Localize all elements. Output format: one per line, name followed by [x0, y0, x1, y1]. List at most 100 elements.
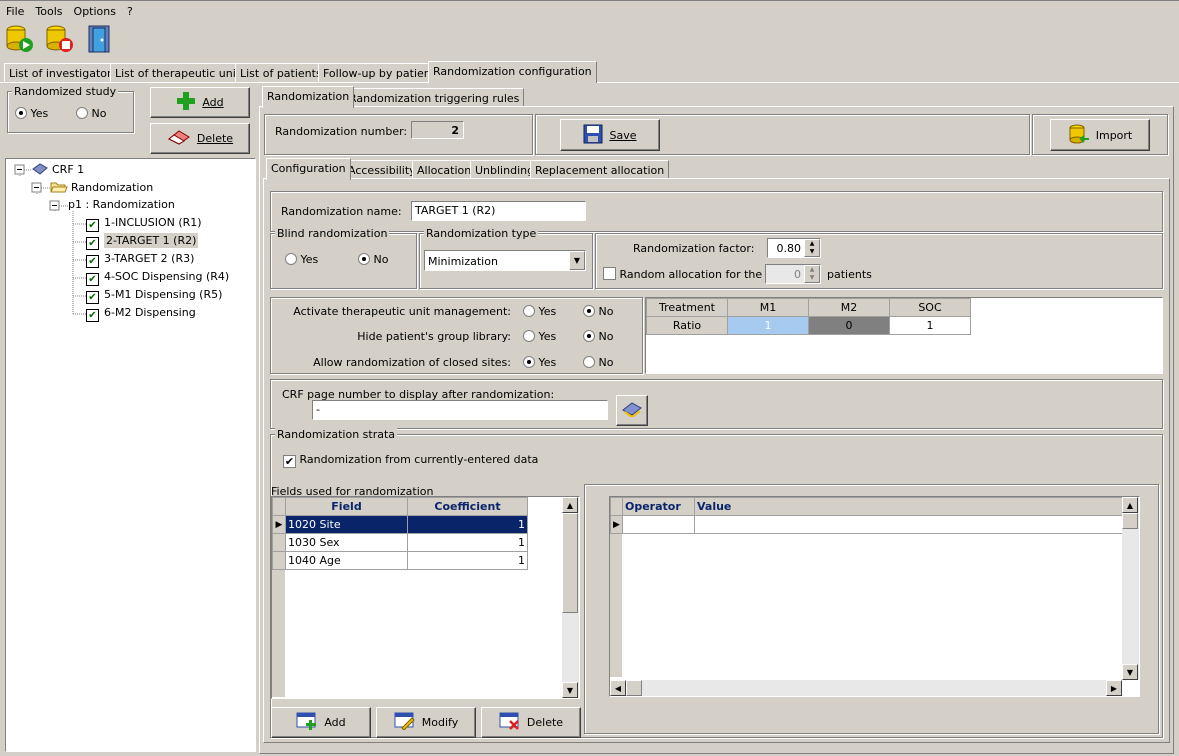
option-tu-yes-radio[interactable]: Yes — [523, 305, 556, 318]
random-allocation-checkbox[interactable]: Random allocation for the first — [603, 267, 787, 281]
table-row[interactable]: 1030 Sex 1 — [272, 533, 528, 552]
scroll-down-icon[interactable]: ▼ — [1122, 664, 1138, 680]
scroll-thumb[interactable] — [562, 513, 578, 613]
table-row[interactable]: 1040 Age 1 — [272, 551, 528, 570]
tab-patients[interactable]: List of patients — [235, 63, 327, 82]
option-hide-yes-radio[interactable]: Yes — [523, 330, 556, 343]
tab-replacement-allocation[interactable]: Replacement allocation — [530, 160, 670, 179]
operator-cell[interactable] — [622, 515, 695, 534]
tab-follow-up[interactable]: Follow-up by patient — [318, 63, 441, 82]
eraser-icon — [167, 129, 191, 148]
dropdown-arrow-icon[interactable]: ▼ — [569, 251, 585, 270]
operator-hscrollbar[interactable]: ◀ ▶ — [610, 680, 1122, 696]
tree-root[interactable]: CRF 1 — [32, 162, 84, 176]
delete-button[interactable]: Delete — [150, 123, 250, 154]
checkbox-checked-icon[interactable]: ✔ — [86, 237, 99, 250]
tab-accessibility[interactable]: Accessibility — [343, 160, 421, 179]
blind-yes-radio[interactable]: Yes — [285, 253, 318, 266]
add-field-button[interactable]: Add — [271, 707, 371, 738]
menu-tools[interactable]: Tools — [29, 1, 67, 18]
database-start-icon[interactable] — [5, 24, 35, 54]
scroll-thumb[interactable] — [626, 680, 642, 696]
coef-cell[interactable]: 1 — [407, 533, 528, 552]
book-picker-button[interactable] — [616, 395, 648, 426]
fields-scrollbar[interactable]: ▲ ▼ — [562, 497, 579, 698]
delete-field-button[interactable]: Delete — [481, 707, 581, 738]
coef-cell[interactable]: 1 — [407, 551, 528, 570]
scroll-right-icon[interactable]: ▶ — [1106, 680, 1122, 696]
tab-randomization-configuration[interactable]: Randomization configuration — [428, 61, 597, 83]
option-hide-no-radio[interactable]: No — [583, 330, 613, 343]
field-cell[interactable]: 1040 Age — [285, 551, 408, 570]
spinner-icon[interactable]: ▲ ▼ — [804, 265, 820, 283]
scroll-down-icon[interactable]: ▼ — [562, 682, 578, 698]
exit-door-icon[interactable] — [85, 24, 115, 54]
scroll-up-icon[interactable]: ▲ — [562, 497, 578, 513]
tree-item-selected[interactable]: ✔ 2-TARGET 1 (R2) — [86, 233, 199, 250]
spinner-icon[interactable]: ▲ ▼ — [804, 239, 820, 257]
table-row[interactable]: ▶ 1020 Site 1 — [272, 515, 528, 534]
randomized-study-group: Randomized study Yes No — [7, 85, 134, 133]
tree-folder[interactable]: Randomization — [50, 180, 153, 194]
add-button[interactable]: Add — [150, 87, 250, 118]
tree-item[interactable]: ✔ 3-TARGET 2 (R3) — [86, 252, 194, 268]
option-closed-no-radio[interactable]: No — [583, 356, 613, 369]
option-closed-yes-radio[interactable]: Yes — [523, 356, 556, 369]
scroll-left-icon[interactable]: ◀ — [610, 680, 626, 696]
tree-item[interactable]: ✔ 1-INCLUSION (R1) — [86, 216, 202, 232]
value-header[interactable]: Value — [694, 497, 1123, 516]
menu-help[interactable]: ? — [121, 1, 138, 18]
blind-no-radio[interactable]: No — [358, 253, 388, 266]
table-row[interactable]: ▶ — [610, 515, 1123, 534]
random-allocation-input[interactable]: 0 ▲ ▼ — [765, 264, 821, 284]
study-no-radio[interactable]: No — [76, 107, 106, 120]
scroll-up-icon[interactable]: ▲ — [1122, 497, 1138, 513]
checkbox-checked-icon[interactable]: ✔ — [86, 291, 99, 304]
tab-randomization[interactable]: Randomization — [262, 86, 355, 108]
treatment-col-m2: M2 — [808, 298, 890, 317]
tree-item[interactable]: ✔ 4-SOC Dispensing (R4) — [86, 270, 229, 286]
ratio-m1-cell[interactable]: 1 — [727, 316, 809, 335]
modify-field-button[interactable]: Modify — [376, 707, 476, 738]
options-box: Activate therapeutic unit management: Ye… — [270, 297, 643, 374]
tree-item[interactable]: ✔ 6-M2 Dispensing — [86, 306, 196, 322]
operator-table: Operator Value ▶ — [610, 497, 1123, 534]
field-header[interactable]: Field — [285, 497, 408, 516]
tree-page[interactable]: p1 : Randomization — [68, 198, 175, 211]
option-tu-no-radio[interactable]: No — [583, 305, 613, 318]
checkbox-checked-icon[interactable]: ✔ — [86, 309, 99, 322]
field-cell[interactable]: 1020 Site — [285, 515, 408, 534]
coef-cell[interactable]: 1 — [407, 515, 528, 534]
tree-item[interactable]: ✔ 5-M1 Dispensing (R5) — [86, 288, 222, 304]
ratio-m2-cell[interactable]: 0 — [808, 316, 890, 335]
tab-allocation[interactable]: Allocation — [412, 160, 477, 179]
operator-vscrollbar[interactable]: ▲ ▼ — [1122, 497, 1139, 680]
value-cell[interactable] — [694, 515, 1123, 534]
import-button[interactable]: Import — [1050, 119, 1150, 151]
tab-unblinding[interactable]: Unblinding — [470, 160, 540, 179]
tab-configuration[interactable]: Configuration — [266, 158, 351, 180]
checkbox-checked-icon[interactable]: ✔ — [86, 273, 99, 286]
checkbox-checked-icon[interactable]: ✔ — [86, 219, 99, 232]
operator-header[interactable]: Operator — [622, 497, 695, 516]
tab-triggering-rules[interactable]: Randomization triggering rules — [344, 88, 525, 107]
crf-page-input[interactable]: - — [312, 400, 608, 420]
checkbox-checked-icon[interactable]: ✔ — [86, 255, 99, 268]
rand-name-input[interactable]: TARGET 1 (R2) — [411, 201, 586, 221]
scroll-thumb[interactable] — [1122, 513, 1138, 529]
ratio-soc-cell[interactable]: 1 — [889, 316, 971, 335]
rand-factor-input[interactable]: 0.80 ▲ ▼ — [767, 238, 821, 258]
strata-checkbox[interactable]: ✔ Randomization from currently-entered d… — [283, 453, 538, 468]
menu-file[interactable]: File — [0, 1, 29, 18]
blind-randomization-group: Blind randomization Yes No — [270, 227, 417, 289]
tab-therapeutic-units[interactable]: List of therapeutic units — [110, 63, 251, 82]
save-button[interactable]: Save — [560, 119, 660, 151]
rand-type-select[interactable]: Minimization ▼ — [424, 250, 586, 271]
menu-options[interactable]: Options — [68, 1, 121, 18]
randomized-study-label: Randomized study — [12, 85, 119, 98]
coefficient-header[interactable]: Coefficient — [407, 497, 528, 516]
database-stop-icon[interactable] — [45, 24, 75, 54]
field-cell[interactable]: 1030 Sex — [285, 533, 408, 552]
study-yes-radio[interactable]: Yes — [15, 107, 48, 120]
tab-investigators[interactable]: List of investigators — [4, 63, 123, 82]
